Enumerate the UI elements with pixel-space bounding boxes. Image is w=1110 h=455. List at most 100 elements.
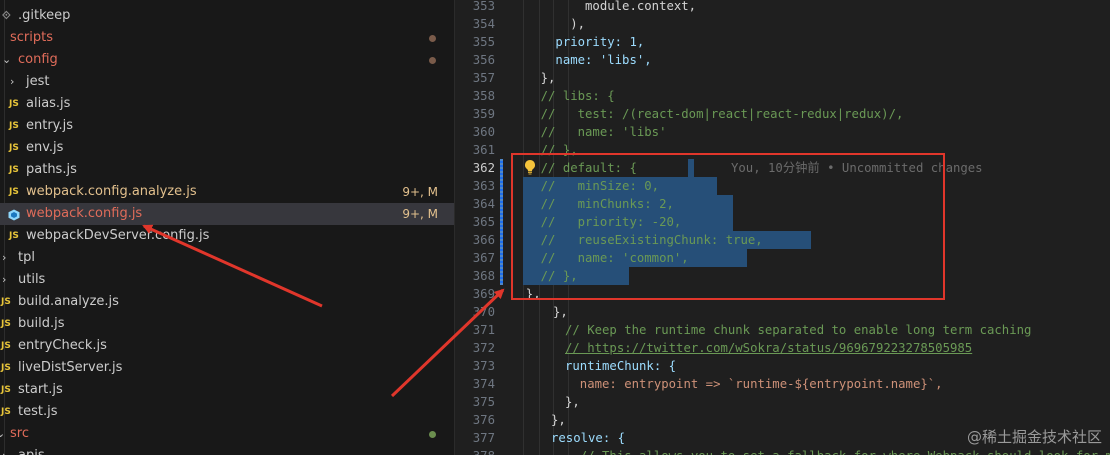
- js-file-icon: JS: [1, 297, 11, 307]
- tree-item-jest[interactable]: › jest: [0, 71, 454, 93]
- modified-dot-icon: [429, 57, 436, 64]
- code-line: 359 // test: /(react-dom|react|react-red…: [455, 105, 1110, 123]
- code-line: 372 // https://twitter.com/wSokra/status/…: [455, 339, 1110, 357]
- chevron-right-icon: ›: [2, 273, 7, 286]
- tree-item-label: paths.js: [26, 162, 77, 177]
- code-text: // Keep the runtime chunk separated to e…: [565, 323, 1032, 337]
- git-status-badge: 9+, M: [402, 207, 438, 221]
- line-number: 353: [472, 0, 495, 13]
- tree-item-label: build.js: [18, 316, 65, 331]
- tree-item-webpackdevserver-config-js[interactable]: JS webpackDevServer.config.js: [0, 225, 454, 247]
- tree-item-label: src: [10, 426, 29, 441]
- tree-item-build-js[interactable]: JS build.js: [0, 313, 454, 335]
- tree-item-build-analyze-js[interactable]: JS build.analyze.js: [0, 291, 454, 313]
- code-text: },: [553, 305, 568, 319]
- line-number: 361: [472, 143, 495, 157]
- tree-item-webpack-config-analyze-js[interactable]: JS webpack.config.analyze.js 9+, M: [0, 181, 454, 203]
- line-number: 354: [472, 17, 495, 31]
- js-file-icon: JS: [9, 187, 19, 197]
- tree-item-label: webpack.config.js: [26, 206, 143, 221]
- tree-item-label: webpackDevServer.config.js: [26, 228, 210, 243]
- code-text: },: [511, 71, 556, 85]
- code-line: 353 module.context,: [455, 0, 1110, 15]
- code-line: 358 // libs: {: [455, 87, 1110, 105]
- line-number: 355: [472, 35, 495, 49]
- tree-item-tpl[interactable]: › tpl: [0, 247, 454, 269]
- tree-item-entrycheck-js[interactable]: JS entryCheck.js: [0, 335, 454, 357]
- tree-item-webpack-config-js[interactable]: webpack.config.js 9+, M: [0, 203, 454, 225]
- tree-item-config[interactable]: ⌄ config: [0, 49, 454, 71]
- tree-item-alias-js[interactable]: JS alias.js: [0, 93, 454, 115]
- chevron-right-icon: ›: [10, 75, 15, 88]
- tree-item-start-js[interactable]: JS start.js: [0, 379, 454, 401]
- modified-dot-icon: [429, 431, 436, 438]
- tree-item-label: utils: [18, 272, 46, 287]
- highlight-box-annotation: [511, 153, 945, 300]
- tree-item-apis[interactable]: › apis: [0, 445, 454, 455]
- line-number: 368: [472, 269, 495, 283]
- code-line: 378 // This allows you to set a fallback…: [455, 447, 1110, 455]
- tree-item-label: .gitkeep: [18, 8, 71, 23]
- tree-item-label: apis: [18, 445, 45, 455]
- watermark: @稀土掘金技术社区: [966, 428, 1102, 446]
- tree-item-label: webpack.config.analyze.js: [26, 184, 197, 199]
- file-settings-icon: ⟐: [2, 9, 11, 22]
- git-status-badge: 9+, M: [402, 185, 438, 199]
- tree-item-label: test.js: [18, 404, 58, 419]
- js-file-icon: JS: [1, 341, 11, 351]
- js-file-icon: JS: [9, 231, 19, 241]
- tree-item-label: tpl: [18, 250, 35, 265]
- code-text: // libs: {: [511, 89, 615, 103]
- line-number: 374: [472, 377, 495, 391]
- tree-item-entry-js[interactable]: JS entry.js: [0, 115, 454, 137]
- line-number: 364: [472, 197, 495, 211]
- code-line: 356 name: 'libs',: [455, 51, 1110, 69]
- chevron-down-icon: ⌄: [2, 53, 12, 66]
- tree-item-test-js[interactable]: JS test.js: [0, 401, 454, 423]
- line-number: 370: [472, 305, 495, 319]
- code-line: 370},: [455, 303, 1110, 321]
- code-line: 375},: [455, 393, 1110, 411]
- js-file-icon: JS: [9, 99, 19, 109]
- line-number: 376: [472, 413, 495, 427]
- code-line: 355 priority: 1,: [455, 33, 1110, 51]
- tree-item-label: config: [18, 52, 58, 67]
- tree-item-paths-js[interactable]: JS paths.js: [0, 159, 454, 181]
- tree-item-gitkeep[interactable]: ⟐ .gitkeep: [0, 5, 454, 27]
- tree-item-env-js[interactable]: JS env.js: [0, 137, 454, 159]
- js-file-icon: JS: [1, 363, 11, 373]
- line-number: 362: [472, 161, 495, 175]
- line-number: 359: [472, 107, 495, 121]
- code-line: 360 // name: 'libs': [455, 123, 1110, 141]
- tree-item-utils[interactable]: › utils: [0, 269, 454, 291]
- line-number: 363: [472, 179, 495, 193]
- tree-item-label: env.js: [26, 140, 64, 155]
- js-file-icon: JS: [1, 319, 11, 329]
- line-number: 373: [472, 359, 495, 373]
- js-file-icon: JS: [9, 121, 19, 131]
- tree-item-label: scripts: [10, 30, 53, 45]
- line-number: 375: [472, 395, 495, 409]
- code-text: ),: [511, 17, 586, 31]
- code-line: 357 },: [455, 69, 1110, 87]
- tree-item-livedistserver-js[interactable]: JS liveDistServer.js: [0, 357, 454, 379]
- tree-item-label: entry.js: [26, 118, 74, 133]
- chevron-down-icon: ⌄: [0, 423, 5, 445]
- code-line: 374 name: entrypoint => `runtime-${entry…: [455, 375, 1110, 393]
- line-number: 371: [472, 323, 495, 337]
- line-number: 369: [472, 287, 495, 301]
- code-line: 373 runtimeChunk: {: [455, 357, 1110, 375]
- tree-item-src[interactable]: ⌄ src: [0, 423, 454, 445]
- tree-item-label: liveDistServer.js: [18, 360, 123, 375]
- line-number: 378: [455, 447, 495, 455]
- code-text: name: 'libs',: [511, 53, 652, 67]
- js-file-icon: JS: [9, 165, 19, 175]
- tree-item-label: jest: [26, 74, 50, 89]
- code-link[interactable]: // https://twitter.com/wSokra/status/969…: [565, 339, 972, 357]
- code-line: 354 ),: [455, 15, 1110, 33]
- code-text: runtimeChunk: {: [565, 359, 677, 373]
- tree-item-scripts[interactable]: scripts: [0, 27, 454, 49]
- tree-item-label: alias.js: [26, 96, 71, 111]
- code-text: },: [551, 413, 566, 427]
- file-explorer: ⟐ .gitkeep scripts ⌄ config › jest JS al…: [0, 0, 455, 455]
